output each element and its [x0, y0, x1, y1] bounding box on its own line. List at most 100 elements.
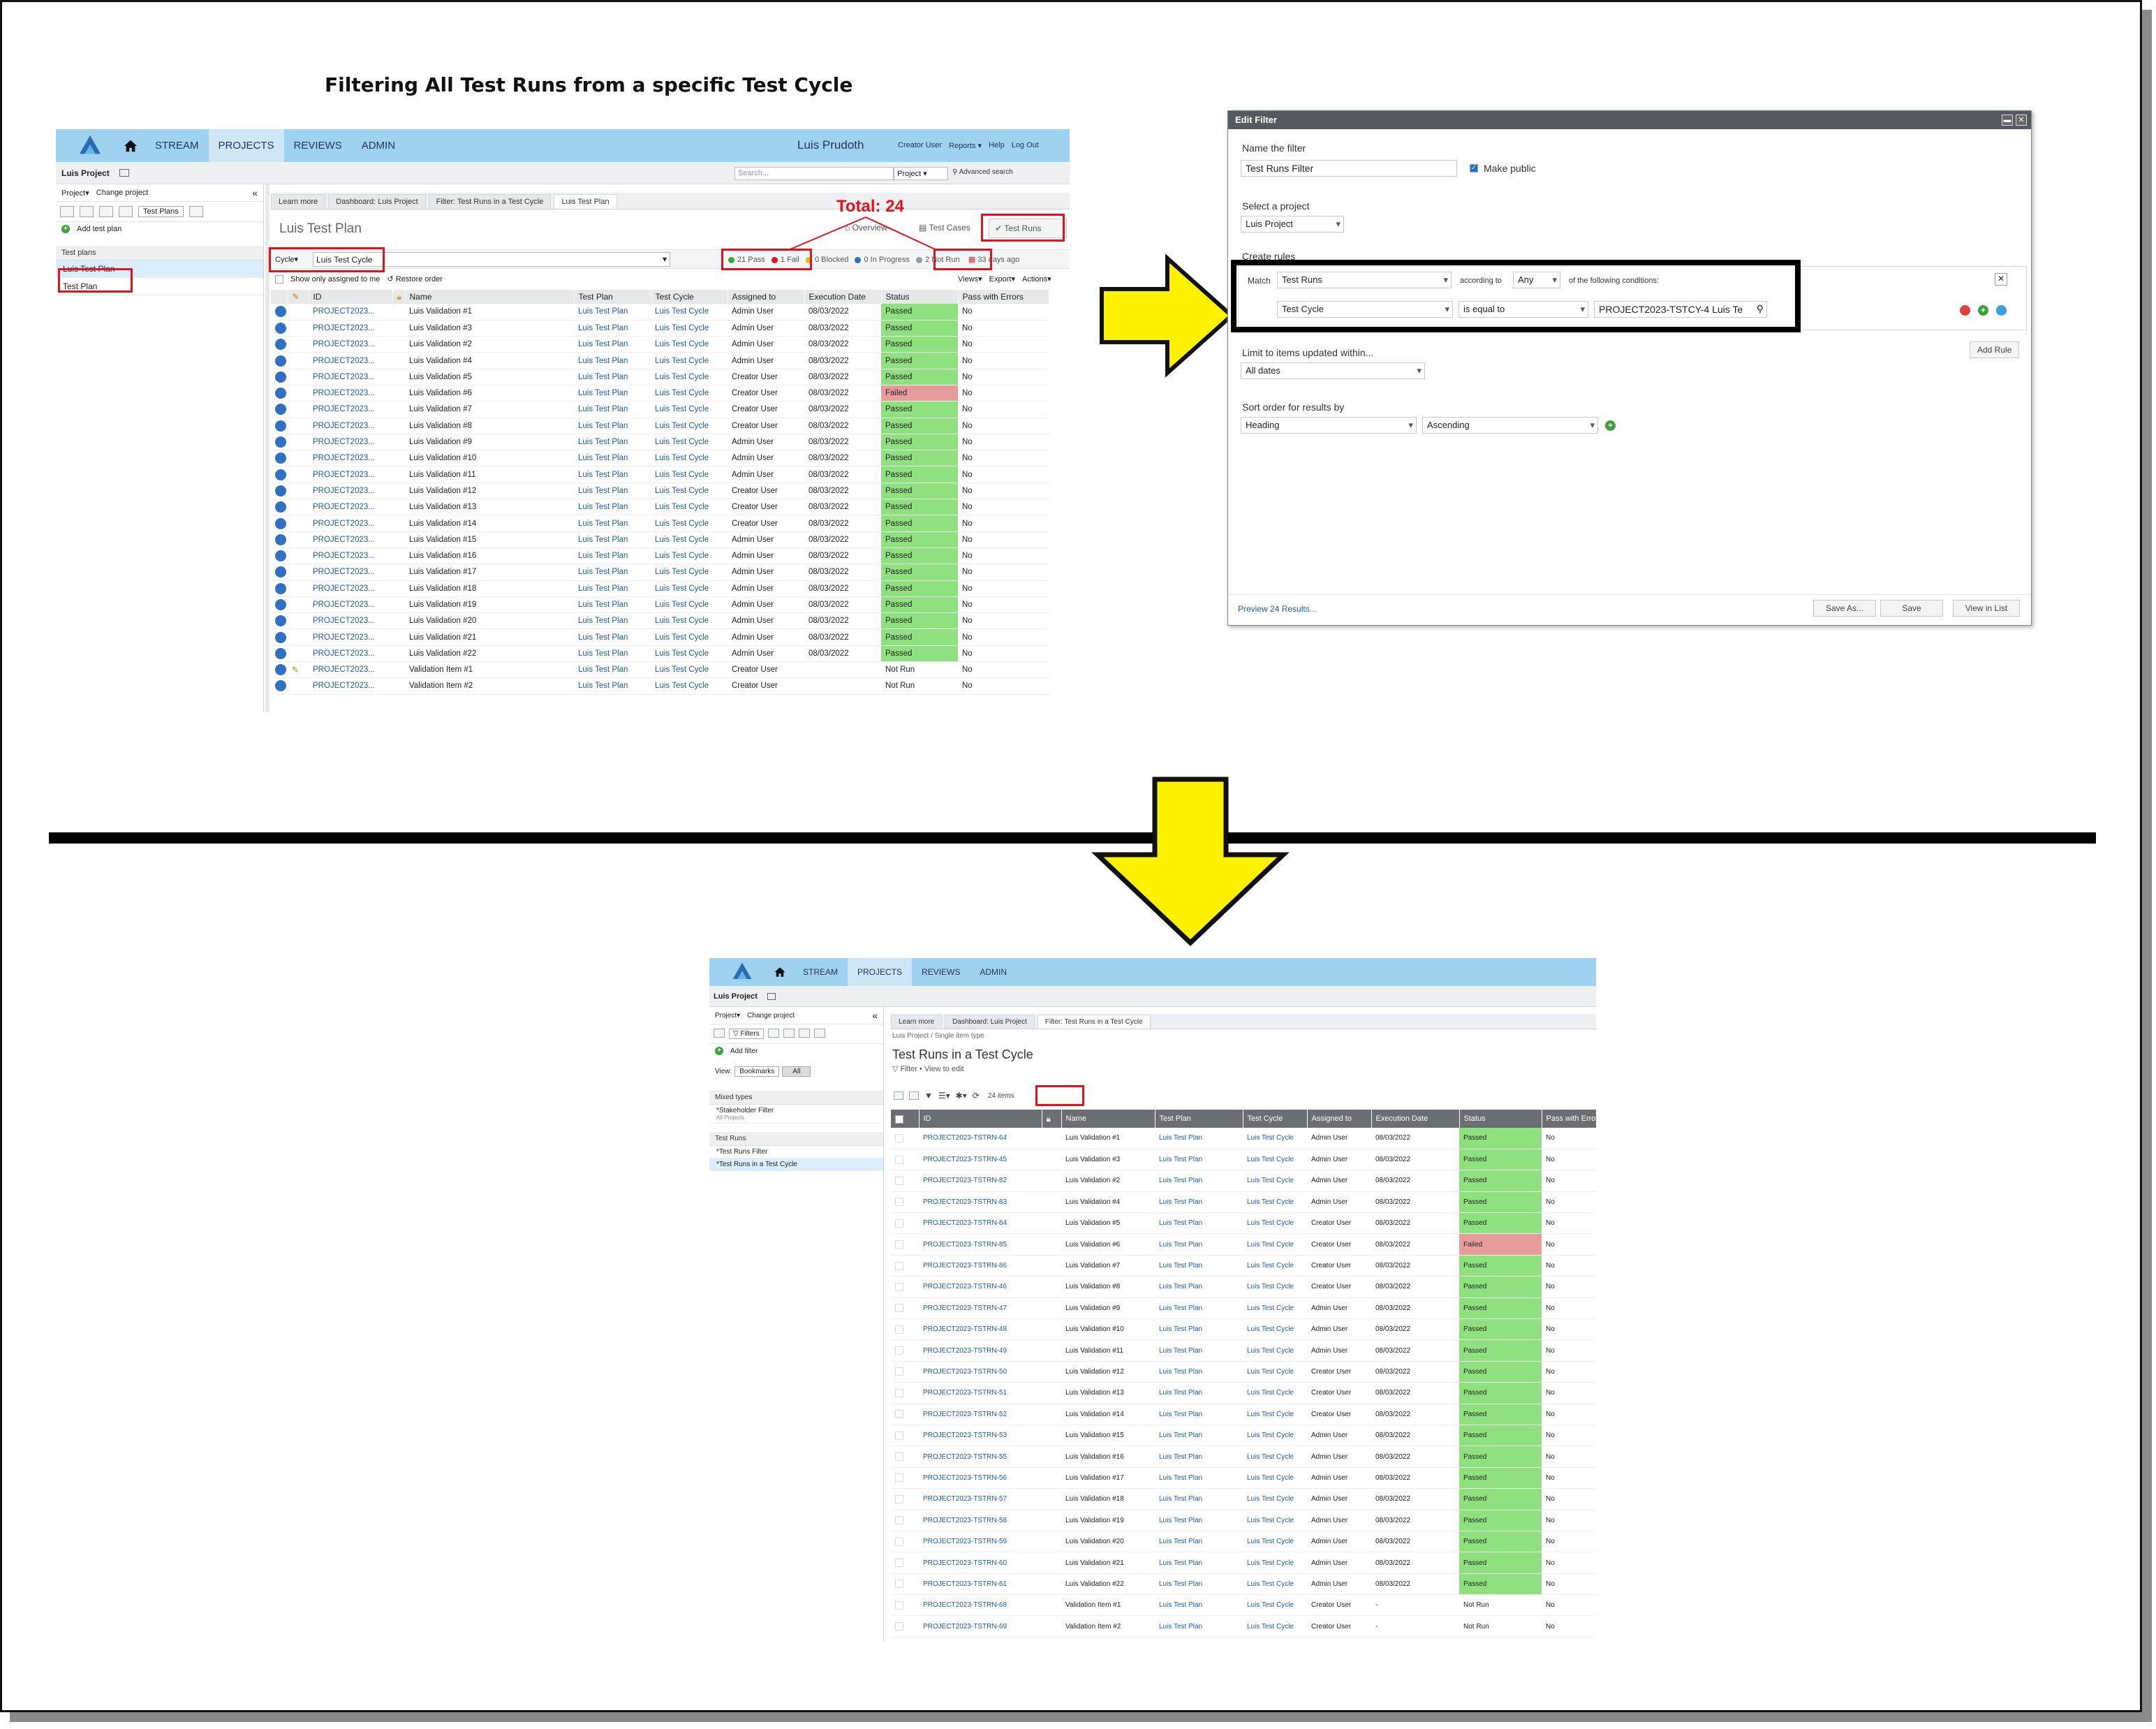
cell-test-plan[interactable]: Luis Test Plan: [574, 320, 651, 337]
cell-test-cycle[interactable]: Luis Test Cycle: [651, 450, 728, 467]
table-row[interactable]: PROJECT2023-TSTRN-58 Luis Validation #19 L…: [891, 1510, 1596, 1531]
cell-test-cycle[interactable]: Luis Test Cycle: [1243, 1212, 1307, 1235]
row-checkbox[interactable]: [895, 1580, 903, 1589]
cell-id[interactable]: PROJECT2023...: [309, 320, 392, 337]
run-icon[interactable]: [275, 631, 286, 643]
add-test-plan-link[interactable]: Add test plan: [77, 225, 121, 233]
row-checkbox[interactable]: [895, 1155, 903, 1164]
row-run-icon[interactable]: [271, 515, 288, 532]
row-run-icon[interactable]: [271, 628, 288, 646]
export-menu[interactable]: Export▾: [989, 274, 1015, 284]
project-name-2[interactable]: Luis Project: [714, 992, 758, 1001]
view-overview[interactable]: ⌂ Overview: [845, 223, 887, 233]
row-select[interactable]: [891, 1297, 919, 1320]
change-project-link[interactable]: Change project: [96, 189, 149, 197]
table-row[interactable]: PROJECT2023... Luis Validation #7 Luis Tes…: [271, 401, 1049, 418]
actions-menu[interactable]: Actions▾: [1022, 274, 1051, 284]
col-status[interactable]: Status: [881, 290, 959, 304]
cell-test-cycle[interactable]: Luis Test Cycle: [651, 483, 728, 500]
cell-id[interactable]: PROJECT2023-TSTRN-55: [919, 1445, 1042, 1468]
collapse-icon[interactable]: «: [252, 187, 258, 198]
run-icon[interactable]: [275, 322, 286, 334]
row-run-icon[interactable]: [271, 418, 288, 434]
row-select[interactable]: [891, 1170, 919, 1192]
advanced-search-link[interactable]: ⚲ Advanced search: [952, 168, 1013, 176]
cell-test-cycle[interactable]: Luis Test Cycle: [1243, 1255, 1307, 1277]
cell-id[interactable]: PROJECT2023...: [309, 547, 392, 565]
table-row[interactable]: PROJECT2023... Validation Item #2 Luis Tes…: [271, 677, 1049, 695]
row-select[interactable]: [891, 1594, 919, 1617]
add-icon[interactable]: +: [61, 225, 70, 233]
show-only-checkbox[interactable]: [275, 274, 283, 284]
cell-test-plan[interactable]: Luis Test Plan: [574, 564, 651, 581]
table-row[interactable]: PROJECT2023-TSTRN-82 Luis Validation #2 Lu…: [891, 1170, 1596, 1192]
cell-test-cycle[interactable]: Luis Test Cycle: [651, 320, 728, 337]
table-row[interactable]: PROJECT2023-TSTRN-59 Luis Validation #20 L…: [891, 1531, 1596, 1553]
nav-admin-2[interactable]: ADMIN: [970, 958, 1017, 986]
row-select[interactable]: [891, 1488, 919, 1510]
cell-test-cycle[interactable]: Luis Test Cycle: [1243, 1191, 1307, 1214]
cell-id[interactable]: PROJECT2023...: [309, 580, 392, 597]
cell-test-plan[interactable]: Luis Test Plan: [574, 352, 651, 369]
cell-test-cycle[interactable]: Luis Test Cycle: [1243, 1361, 1307, 1383]
toplink-user[interactable]: Creator User: [898, 141, 942, 150]
cell-id[interactable]: PROJECT2023...: [309, 677, 392, 695]
col-test-plan-2[interactable]: Test Plan: [1155, 1110, 1243, 1128]
sort-dir-select[interactable]: Ascending: [1422, 417, 1598, 434]
row-select[interactable]: [891, 1276, 919, 1298]
toolbar-refresh-icon[interactable]: ⟳: [973, 1091, 980, 1101]
run-icon[interactable]: [275, 680, 286, 692]
cell-id[interactable]: PROJECT2023...: [309, 499, 392, 516]
cell-test-plan[interactable]: Luis Test Plan: [1155, 1233, 1243, 1256]
row-checkbox[interactable]: [895, 1452, 903, 1462]
limit-select[interactable]: All dates: [1241, 362, 1425, 379]
col-name-2[interactable]: Name: [1061, 1110, 1155, 1128]
cell-test-cycle[interactable]: Luis Test Cycle: [651, 352, 728, 369]
tab-dashboard[interactable]: Dashboard: Luis Project: [328, 194, 426, 209]
run-icon[interactable]: [275, 306, 286, 318]
cell-test-cycle[interactable]: Luis Test Cycle: [1243, 1382, 1307, 1404]
cell-id[interactable]: PROJECT2023-TSTRN-61: [919, 1573, 1042, 1596]
cell-test-plan[interactable]: Luis Test Plan: [1155, 1318, 1243, 1341]
folder-icon[interactable]: [99, 206, 113, 217]
project-menu[interactable]: Project▾: [61, 189, 89, 198]
table-row[interactable]: PROJECT2023-TSTRN-64 Luis Validation #1 Lu…: [891, 1128, 1596, 1149]
cell-test-plan[interactable]: Luis Test Plan: [1155, 1212, 1243, 1235]
cell-test-cycle[interactable]: Luis Test Cycle: [651, 434, 728, 451]
row-select[interactable]: [891, 1615, 919, 1638]
cell-id[interactable]: PROJECT2023-TSTRN-57: [919, 1488, 1042, 1510]
cell-id[interactable]: PROJECT2023-TSTRN-82: [919, 1170, 1042, 1192]
cell-test-plan[interactable]: Luis Test Plan: [1155, 1445, 1243, 1468]
table-row[interactable]: PROJECT2023-TSTRN-52 Luis Validation #14 L…: [891, 1404, 1596, 1425]
cell-test-plan[interactable]: Luis Test Plan: [1155, 1404, 1243, 1425]
row-checkbox[interactable]: [895, 1473, 903, 1482]
cell-test-plan[interactable]: Luis Test Plan: [1155, 1488, 1243, 1510]
nav-admin[interactable]: ADMIN: [352, 129, 405, 162]
project-name[interactable]: Luis Project: [61, 168, 110, 178]
tree-icon[interactable]: [60, 206, 74, 217]
table-row[interactable]: PROJECT2023... Luis Validation #19 Luis Te…: [271, 596, 1049, 614]
row-run-icon[interactable]: [271, 612, 288, 630]
nav-projects-2[interactable]: PROJECTS: [848, 958, 913, 986]
row-select[interactable]: [891, 1552, 919, 1574]
table-row[interactable]: PROJECT2023-TSTRN-61 Luis Validation #22 L…: [891, 1573, 1596, 1596]
cell-id[interactable]: PROJECT2023-TSTRN-46: [919, 1276, 1042, 1298]
col-pass-errors[interactable]: Pass with Errors: [958, 290, 1049, 304]
row-checkbox[interactable]: [895, 1198, 903, 1207]
row-select[interactable]: [891, 1128, 919, 1149]
cell-test-cycle[interactable]: Luis Test Cycle: [1243, 1233, 1307, 1256]
tag-icon-2[interactable]: [813, 1029, 825, 1038]
row-checkbox[interactable]: [895, 1622, 903, 1631]
cell-test-plan[interactable]: Luis Test Plan: [1155, 1531, 1243, 1553]
remove-rules-icon[interactable]: ✕: [1995, 273, 2007, 286]
cell-test-cycle[interactable]: Luis Test Cycle: [651, 401, 728, 418]
row-run-icon[interactable]: [271, 677, 288, 695]
toolbar-filter-icon[interactable]: ▼: [924, 1091, 933, 1101]
home-icon[interactable]: [123, 138, 138, 154]
toplink-logout[interactable]: Log Out: [1012, 141, 1039, 150]
cell-test-plan[interactable]: Luis Test Plan: [1155, 1149, 1243, 1171]
cell-test-cycle[interactable]: Luis Test Cycle: [651, 547, 728, 565]
nav-reviews[interactable]: REVIEWS: [284, 129, 352, 162]
cell-test-cycle[interactable]: Luis Test Cycle: [651, 677, 728, 695]
cell-id[interactable]: PROJECT2023-TSTRN-69: [919, 1615, 1042, 1638]
